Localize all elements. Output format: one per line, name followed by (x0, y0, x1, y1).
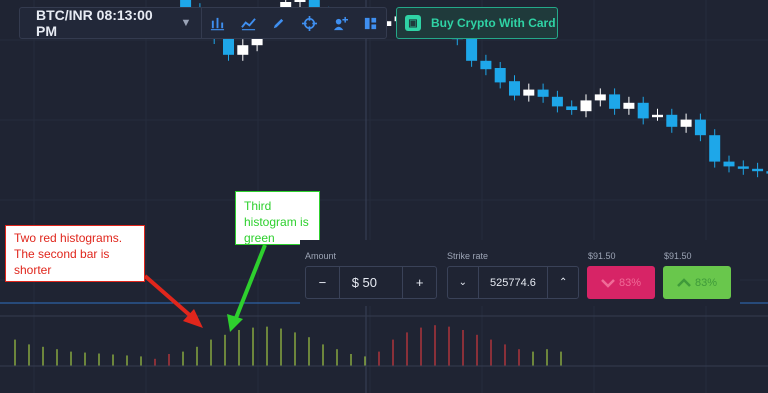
put-payout-price: $91.50 (588, 251, 616, 261)
bear-candle (737, 166, 749, 169)
bull-candle (652, 114, 663, 118)
indicators-icon (241, 17, 256, 30)
layout-icon (365, 17, 377, 29)
bear-candle (723, 161, 735, 167)
drawing-icon (274, 18, 284, 28)
bear-candle (480, 60, 492, 70)
amount-decrease-button[interactable]: − (306, 267, 339, 298)
bear-candle (537, 89, 549, 97)
add-alert-icon (333, 16, 348, 30)
indicators-button[interactable] (233, 8, 264, 38)
put-button[interactable]: 83% (587, 266, 655, 299)
arrow-up-icon (677, 277, 691, 287)
amount-field: − $ 50 + (305, 266, 437, 299)
buy-crypto-button[interactable]: ▣ Buy Crypto With Card (396, 7, 558, 39)
price-chart[interactable] (0, 0, 768, 393)
add-alert-button[interactable] (325, 8, 356, 38)
bear-candle (494, 68, 506, 83)
bear-candle (466, 38, 478, 61)
bear-candle (566, 106, 578, 110)
bear-candle (609, 94, 621, 109)
red-annotation-note: Two red histograms. The second bar is sh… (5, 225, 145, 282)
layout-button[interactable] (355, 8, 386, 38)
bear-candle (223, 36, 234, 55)
bull-candle (680, 119, 692, 127)
bull-candle (294, 0, 306, 2)
amount-value: $ 50 (351, 275, 378, 290)
bear-candle (709, 135, 721, 162)
bear-candle (666, 114, 678, 127)
strike-rate-up-button[interactable]: ⌃ (547, 267, 578, 298)
crosshair-icon (302, 15, 318, 31)
chart-background (0, 0, 768, 393)
green-annotation-note: Third histogram is green (235, 191, 320, 245)
asset-label: BTC/INR 08:13:00 PM (36, 7, 153, 39)
bear-candle (752, 168, 764, 172)
amount-label: Amount (305, 251, 337, 261)
card-icon: ▣ (405, 15, 421, 31)
amount-input[interactable]: $ 50 (338, 267, 403, 298)
arrow-down-icon (601, 278, 615, 288)
chart-type-button[interactable] (202, 8, 233, 38)
buy-crypto-label: Buy Crypto With Card (431, 16, 556, 30)
chevron-down-icon: ⌄ (458, 277, 467, 288)
chevron-up-icon: ⌃ (559, 277, 568, 288)
bull-candle (237, 45, 249, 55)
strike-rate-label: Strike rate (447, 251, 489, 261)
crosshair-button[interactable] (294, 8, 325, 38)
strike-rate-down-button[interactable]: ⌄ (448, 267, 478, 298)
bull-candle (580, 100, 592, 112)
strike-rate-field: ⌄ 525774.6 ⌃ (447, 266, 579, 299)
asset-selector[interactable]: BTC/INR 08:13:00 PM ▼ (20, 7, 203, 39)
chevron-down-icon: ▼ (180, 17, 192, 29)
strike-rate-value: 525774.6 (490, 276, 536, 289)
plus-icon: + (415, 275, 424, 290)
call-percent: 83% (694, 276, 718, 289)
strike-rate-input[interactable]: 525774.6 (477, 267, 548, 298)
bear-candle (509, 81, 520, 96)
bull-candle (594, 94, 606, 101)
chart-type-icon (211, 17, 225, 30)
chart-toolbar: BTC/INR 08:13:00 PM ▼ (19, 7, 387, 39)
bull-candle (523, 89, 535, 96)
bear-candle (637, 102, 649, 119)
bear-candle (694, 119, 706, 136)
bull-candle (623, 102, 635, 109)
drawing-button[interactable] (264, 8, 295, 38)
call-payout-price: $91.50 (664, 251, 692, 261)
bear-candle (551, 96, 563, 107)
minus-icon: − (318, 275, 327, 290)
call-button[interactable]: 83% (663, 266, 731, 299)
amount-increase-button[interactable]: + (402, 267, 436, 298)
put-percent: 83% (618, 276, 642, 289)
